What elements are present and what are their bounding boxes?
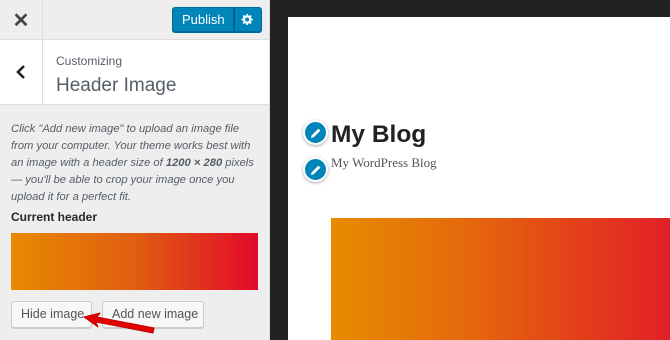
site-title: My Blog: [331, 121, 427, 148]
site-tagline: My WordPress Blog: [331, 155, 437, 170]
publish-group: Publish: [172, 7, 262, 32]
section-title: Header Image: [56, 75, 177, 96]
chevron-left-icon: [16, 65, 25, 79]
header-image-description: Click "Add new image" to upload an image…: [11, 121, 263, 206]
description-size: 1200 × 280: [165, 157, 223, 169]
current-header-label: Current header: [11, 210, 98, 224]
customizer-sidebar: ✕ Publish Customizing Header Image Click…: [0, 0, 270, 340]
annotation-arrow-icon: [83, 312, 155, 334]
header-image: [331, 218, 670, 340]
pencil-icon: [310, 128, 320, 138]
customizer-header: ✕ Publish: [0, 0, 269, 40]
edit-site-title-shortcut[interactable]: [303, 120, 328, 145]
current-header-thumbnail: [11, 233, 258, 290]
gear-icon: [241, 13, 253, 26]
breadcrumb: Customizing: [56, 54, 123, 68]
edit-tagline-shortcut[interactable]: [303, 157, 328, 182]
close-button[interactable]: ✕: [0, 0, 43, 40]
publish-button[interactable]: Publish: [172, 7, 234, 32]
pencil-icon: [310, 165, 320, 175]
section-header: Customizing Header Image: [0, 40, 269, 105]
publish-settings-button[interactable]: [233, 7, 262, 32]
back-button[interactable]: [0, 40, 43, 104]
close-icon: ✕: [12, 9, 30, 32]
